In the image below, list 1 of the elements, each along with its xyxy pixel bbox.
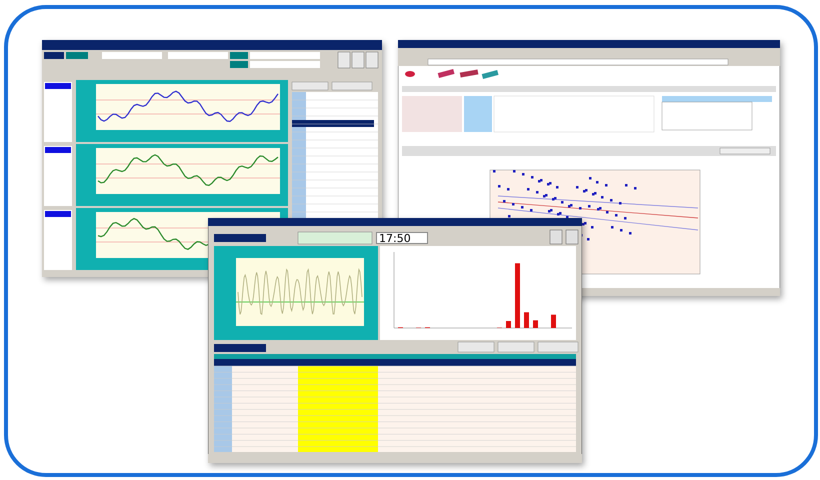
time-field[interactable]: 17:50 xyxy=(376,232,428,244)
